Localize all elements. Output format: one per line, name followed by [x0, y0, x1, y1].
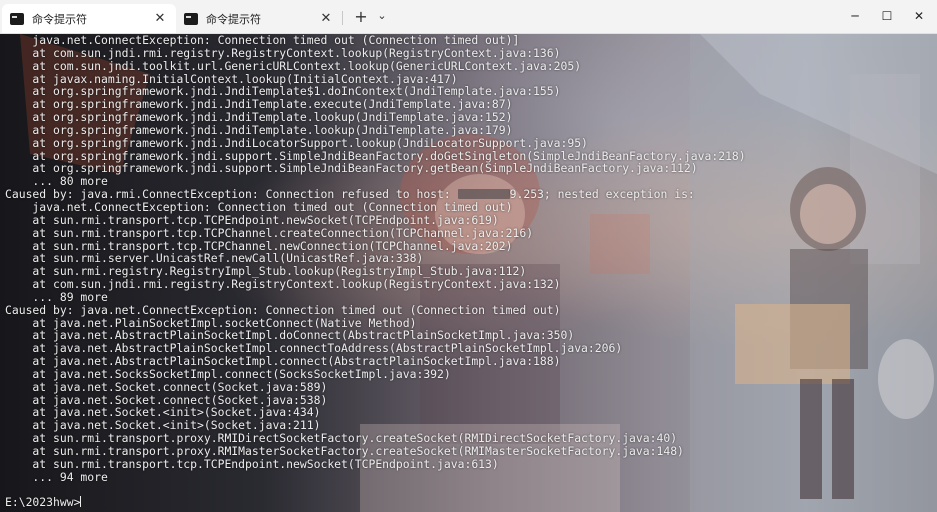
console-line: at org.springframework.jndi.JndiLocatorS…	[5, 135, 588, 150]
console-line: at sun.rmi.transport.proxy.RMIMasterSock…	[5, 444, 684, 458]
chevron-down-icon[interactable]: ⌄	[375, 9, 389, 22]
console-line: at com.sun.jndi.rmi.registry.RegistryCon…	[5, 277, 561, 292]
command-prompt[interactable]: E:\2023hww>	[5, 496, 746, 509]
console-line: at sun.rmi.transport.tcp.TCPEndpoint.new…	[5, 212, 499, 227]
console-line: at sun.rmi.transport.tcp.TCPChannel.crea…	[5, 225, 534, 240]
new-tab-button[interactable]: +	[352, 7, 370, 26]
console-line: at java.net.AbstractPlainSocketImpl.conn…	[5, 354, 561, 369]
cmd-icon	[184, 12, 198, 25]
console-line: at java.net.SocksSocketImpl.connect(Sock…	[5, 366, 451, 381]
tab-label: 命令提示符	[206, 12, 261, 26]
cmd-icon	[10, 12, 24, 25]
prompt-text: E:\2023hww>	[5, 495, 81, 510]
tab-label: 命令提示符	[32, 12, 87, 26]
close-tab-icon[interactable]: ✕	[318, 11, 334, 26]
tab-separator	[342, 11, 343, 25]
terminal-area[interactable]: java.net.ConnectException: Connection ti…	[0, 34, 937, 512]
text-cursor	[80, 496, 82, 508]
console-line: ... 89 more	[5, 289, 108, 304]
maximize-button[interactable]: ☐	[872, 5, 902, 27]
minimize-button[interactable]: ─	[840, 5, 870, 27]
tab-command-prompt-2[interactable]: 命令提示符 ✕	[176, 4, 342, 33]
console-line: at com.sun.jndi.toolkit.url.GenericURLCo…	[5, 58, 582, 73]
console-line: at org.springframework.jndi.support.Simp…	[5, 161, 698, 176]
refused-suffix: 9.253; nested exception is:	[509, 187, 695, 202]
console-line: java.net.ConnectException: Connection ti…	[5, 199, 513, 214]
console-line: at com.sun.jndi.rmi.registry.RegistryCon…	[5, 45, 561, 60]
close-window-button[interactable]: ✕	[904, 5, 934, 27]
console-output: java.net.ConnectException: Connection ti…	[5, 34, 746, 509]
console-line: at java.net.Socket.connect(Socket.java:5…	[5, 379, 328, 394]
close-tab-icon[interactable]: ✕	[152, 11, 168, 26]
console-line: java.net.ConnectException: Connection ti…	[5, 34, 520, 47]
console-line: at org.springframework.jndi.JndiTemplate…	[5, 110, 513, 125]
console-line: Caused by: java.net.ConnectException: Co…	[5, 302, 561, 317]
console-line: at org.springframework.jndi.JndiTemplate…	[5, 122, 513, 137]
console-line: ... 94 more	[5, 469, 108, 484]
tab-command-prompt-1[interactable]: 命令提示符 ✕	[2, 4, 176, 33]
redacted-host	[457, 189, 510, 200]
title-bar: 命令提示符 ✕ 命令提示符 ✕ + ⌄ ─ ☐ ✕	[0, 0, 937, 34]
console-line: at sun.rmi.transport.tcp.TCPEndpoint.new…	[5, 456, 499, 471]
